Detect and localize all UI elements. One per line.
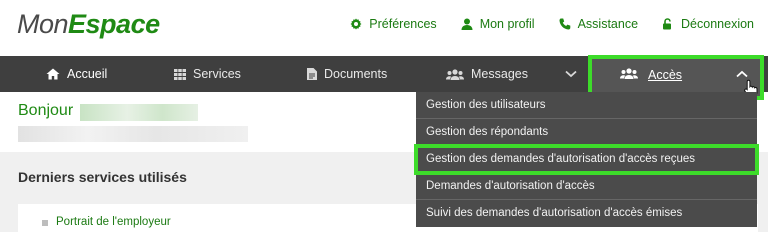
nav-label-accueil: Accueil xyxy=(67,67,108,81)
redacted-user-name xyxy=(80,104,198,121)
phone-icon xyxy=(559,18,570,30)
nav-label-acces: Accès xyxy=(648,68,683,82)
nav-item-documents[interactable]: Documents xyxy=(307,56,387,92)
nav-label-documents: Documents xyxy=(324,67,388,81)
grid-icon xyxy=(174,68,186,80)
profile-link[interactable]: Mon profil xyxy=(461,15,535,33)
menu-item-demandes-autorisation[interactable]: Demandes d'autorisation d'accès xyxy=(416,173,757,200)
recent-link-portrait[interactable]: Portrait de l'employeur xyxy=(56,216,171,228)
messages-chevron[interactable] xyxy=(565,56,584,92)
users-icon xyxy=(446,68,464,80)
acces-dropdown-menu: Gestion des utilisateurs Gestion des rép… xyxy=(414,92,759,227)
nav-item-messages[interactable]: Messages xyxy=(446,56,528,92)
logout-link[interactable]: Déconnexion xyxy=(662,15,754,33)
top-links: Préférences Mon profil Assistance Déconn… xyxy=(326,15,754,33)
logo[interactable]: MonEspace xyxy=(17,9,160,40)
menu-item-gestion-utilisateurs[interactable]: Gestion des utilisateurs xyxy=(416,92,757,119)
gear-icon xyxy=(350,18,362,30)
preferences-link[interactable]: Préférences xyxy=(350,15,437,33)
page: MonEspace Préférences Mon profil Assista… xyxy=(0,0,768,232)
home-icon xyxy=(46,68,60,80)
logout-label: Déconnexion xyxy=(681,17,754,31)
redacted-user-details xyxy=(18,126,248,142)
menu-item-gestion-repondants[interactable]: Gestion des répondants xyxy=(416,119,757,146)
section-title: Derniers services utilisés xyxy=(18,169,187,185)
nav-label-services: Services xyxy=(193,67,241,81)
user-icon xyxy=(461,18,473,30)
profile-label: Mon profil xyxy=(479,17,535,31)
chevron-down-icon xyxy=(565,70,577,78)
logo-light-text: Mon xyxy=(17,9,69,39)
unlock-icon xyxy=(663,18,672,30)
header: MonEspace Préférences Mon profil Assista… xyxy=(0,0,768,56)
users-icon xyxy=(620,68,638,79)
logo-bold-text: Espace xyxy=(68,9,160,39)
preferences-label: Préférences xyxy=(369,17,437,31)
nav-item-accueil[interactable]: Accueil xyxy=(46,56,107,92)
greeting: Bonjour xyxy=(18,102,74,119)
menu-item-suivi-demandes-emises[interactable]: Suivi des demandes d'autorisation d'accè… xyxy=(416,200,757,227)
document-icon xyxy=(307,68,317,80)
list-bullet xyxy=(42,220,48,226)
assistance-link[interactable]: Assistance xyxy=(559,15,638,33)
nav-item-services[interactable]: Services xyxy=(174,56,241,92)
chevron-up-icon xyxy=(736,70,748,78)
assistance-label: Assistance xyxy=(577,17,639,31)
nav-label-messages: Messages xyxy=(471,67,528,81)
menu-item-gestion-demandes-recues[interactable]: Gestion des demandes d'autorisation d'ac… xyxy=(414,144,759,175)
